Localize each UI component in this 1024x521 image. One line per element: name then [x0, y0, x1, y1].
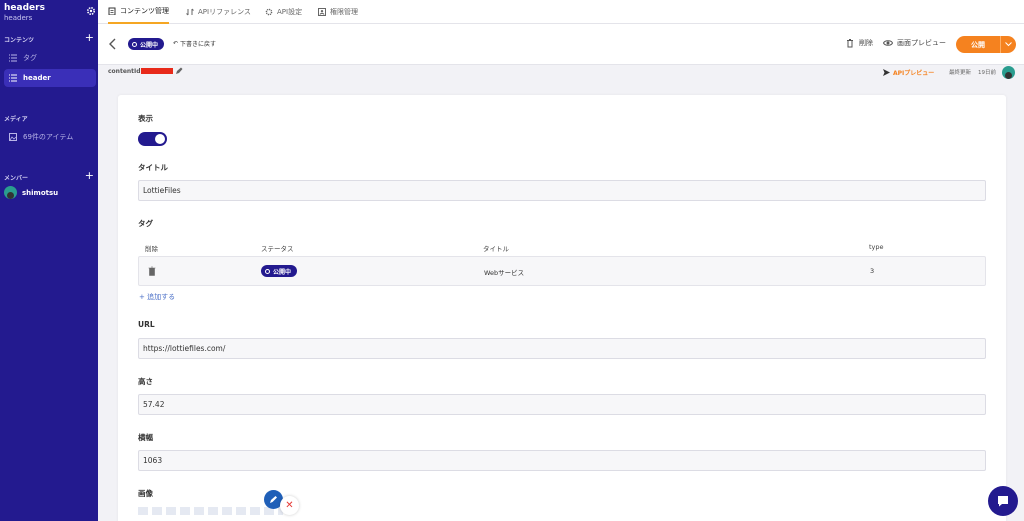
delete-button[interactable]: 削除 — [845, 38, 873, 48]
tab-api-settings[interactable]: API設定 — [265, 0, 302, 24]
sidebar-item-label: header — [23, 74, 51, 82]
member-name: shimotsu — [22, 188, 59, 197]
url-field[interactable]: https://lottiefiles.com/ — [138, 338, 986, 359]
display-toggle[interactable] — [138, 132, 167, 146]
person-card-icon — [318, 8, 326, 16]
status-badge: 公開中 — [261, 265, 298, 277]
row-title: Webサービス — [484, 269, 525, 277]
pencil-icon[interactable] — [175, 67, 183, 75]
section-content-label: コンテンツ — [4, 37, 35, 44]
send-icon — [883, 69, 890, 76]
height-label: 高さ — [138, 377, 153, 386]
title-label: タイトル — [138, 163, 168, 172]
pencil-icon — [270, 496, 277, 503]
gear-icon[interactable] — [86, 6, 96, 16]
chevron-down-icon[interactable] — [1000, 36, 1016, 53]
sidebar-item-label: タグ — [23, 54, 37, 62]
column-header-title: タイトル — [483, 245, 509, 253]
content-id-redacted — [141, 68, 173, 74]
display-label: 表示 — [138, 114, 153, 123]
sidebar-item-media[interactable]: 69件のアイテム — [4, 128, 96, 146]
back-chevron-icon[interactable] — [108, 38, 118, 50]
sidebar: headers headers コンテンツ + タグ header メディア 6… — [0, 0, 98, 521]
sidebar-item-header[interactable]: header — [4, 69, 96, 87]
clipboard-icon — [108, 7, 116, 15]
tab-permissions[interactable]: 権限管理 — [318, 0, 358, 24]
trash-icon[interactable] — [148, 266, 156, 276]
status-dot-icon — [132, 41, 137, 47]
column-header-type: type — [869, 243, 884, 251]
gear-icon — [265, 8, 273, 16]
url-label: URL — [138, 320, 155, 329]
tab-content-management[interactable]: コンテンツ管理 — [108, 0, 169, 24]
height-field[interactable]: 57.42 — [138, 394, 986, 415]
trash-icon — [847, 39, 853, 48]
image-icon — [9, 133, 17, 141]
tab-api-reference[interactable]: APIリファレンス — [186, 0, 251, 24]
chat-support-button[interactable] — [988, 486, 1018, 516]
chat-bubble-icon — [998, 496, 1008, 507]
list-icon — [9, 54, 17, 62]
tag-table-header: 削除 ステータス タイトル type — [138, 241, 986, 255]
sidebar-item-tag[interactable]: タグ — [4, 49, 96, 67]
action-bar: 公開中 ↶ 下書きに戻す 削除 画面プレビュー 公開 — [98, 24, 1024, 65]
remove-image-button[interactable]: ✕ — [280, 496, 299, 515]
column-header-delete: 削除 — [145, 245, 158, 253]
column-header-status: ステータス — [261, 245, 294, 253]
add-tag-button[interactable]: + 追加する — [139, 292, 175, 302]
service-subtitle: headers — [4, 14, 33, 22]
service-title: headers — [4, 3, 45, 13]
top-tab-bar: コンテンツ管理 APIリファレンス API設定 権限管理 — [98, 0, 1024, 24]
section-media-label: メディア — [4, 116, 28, 123]
avatar — [1002, 66, 1015, 79]
eye-icon — [883, 40, 893, 46]
updated-value: 19日前 — [978, 70, 996, 76]
publish-button[interactable]: 公開 — [956, 36, 1016, 53]
row-type: 3 — [870, 267, 875, 275]
title-field[interactable]: LottieFiles — [138, 180, 986, 201]
revert-to-draft-button[interactable]: ↶ 下書きに戻す — [173, 39, 216, 48]
width-label: 横幅 — [138, 433, 153, 442]
add-content-icon[interactable]: + — [85, 32, 94, 43]
section-members-label: メンバー — [4, 175, 29, 182]
swap-icon — [186, 8, 194, 16]
status-dot-icon — [265, 268, 270, 274]
image-thumbnail[interactable] — [138, 507, 283, 515]
list-icon — [9, 74, 17, 82]
content-form: 表示 タイトル LottieFiles タグ 削除 ステータス タイトル typ… — [118, 95, 1006, 521]
screen-preview-button[interactable]: 画面プレビュー — [883, 38, 946, 48]
image-label: 画像 — [138, 489, 153, 498]
table-row[interactable]: 公開中 Webサービス 3 — [138, 256, 986, 286]
updated-label: 最終更新 — [949, 70, 972, 76]
meta-bar: contentId APIプレビュー 最終更新 19日前 — [98, 65, 1024, 81]
tag-label: タグ — [138, 219, 153, 228]
sidebar-item-label: 69件のアイテム — [23, 133, 74, 141]
undo-icon: ↶ — [173, 40, 179, 47]
avatar — [4, 186, 17, 199]
close-icon: ✕ — [285, 500, 294, 511]
api-preview-button[interactable]: APIプレビュー — [883, 68, 934, 77]
status-badge: 公開中 — [128, 38, 165, 50]
add-member-icon[interactable]: + — [85, 170, 94, 181]
service-header[interactable]: headers headers — [4, 3, 96, 22]
width-field[interactable]: 1063 — [138, 450, 986, 471]
content-id-label: contentId — [108, 68, 141, 75]
member-item[interactable]: shimotsu — [4, 186, 58, 199]
